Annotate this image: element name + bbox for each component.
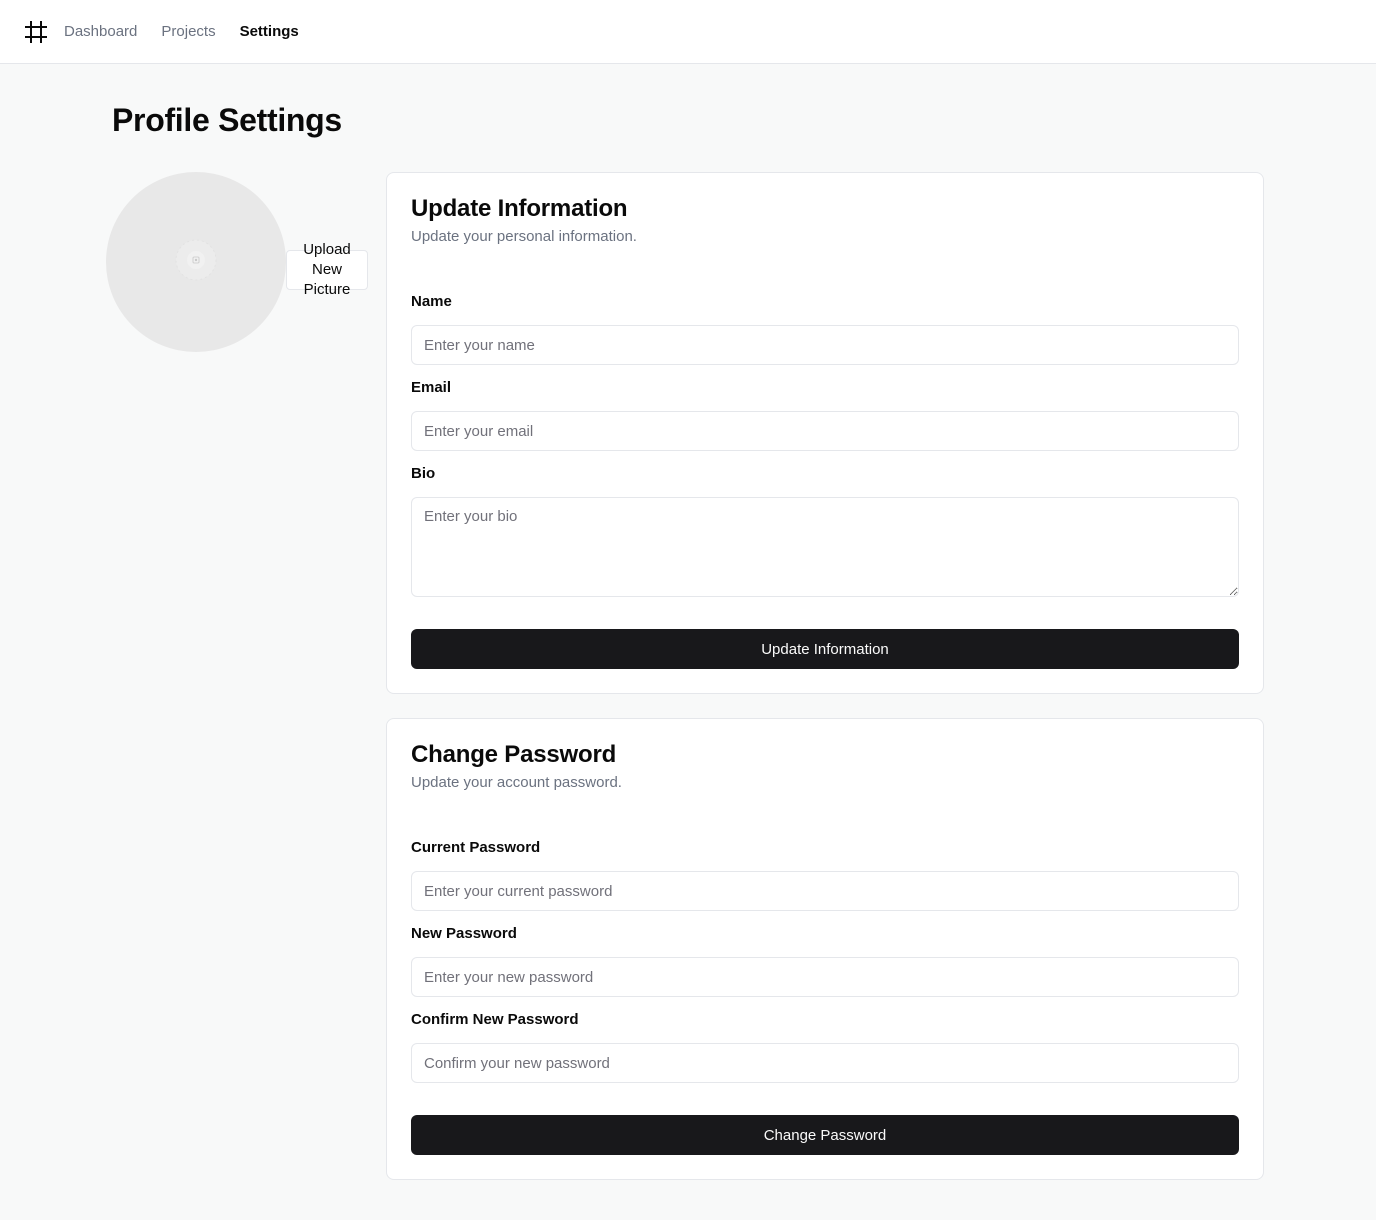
current-password-input[interactable] bbox=[411, 871, 1239, 911]
card-title: Change Password bbox=[411, 741, 617, 768]
bio-label: Bio bbox=[411, 465, 436, 482]
update-information-card: Update Information Update your personal … bbox=[386, 172, 1264, 694]
card-subtitle: Update your personal information. bbox=[411, 228, 637, 245]
email-input[interactable] bbox=[411, 411, 1239, 451]
top-navigation-bar: Dashboard Projects Settings bbox=[0, 0, 1376, 64]
card-title: Update Information bbox=[411, 195, 628, 222]
name-input[interactable] bbox=[411, 325, 1239, 365]
image-placeholder-icon bbox=[174, 238, 218, 287]
card-subtitle: Update your account password. bbox=[411, 774, 622, 791]
name-label: Name bbox=[411, 293, 452, 310]
nav-link-dashboard[interactable]: Dashboard bbox=[64, 23, 137, 40]
avatar bbox=[106, 172, 286, 352]
new-password-label: New Password bbox=[411, 925, 517, 942]
upload-picture-label: Upload New Picture bbox=[303, 241, 351, 298]
new-password-input[interactable] bbox=[411, 957, 1239, 997]
change-password-button[interactable]: Change Password bbox=[411, 1115, 1239, 1155]
change-password-card: Change Password Update your account pass… bbox=[386, 718, 1264, 1180]
nav-link-settings[interactable]: Settings bbox=[240, 23, 299, 40]
confirm-password-label: Confirm New Password bbox=[411, 1011, 579, 1028]
upload-picture-button[interactable]: Upload New Picture bbox=[286, 241, 368, 298]
update-information-button[interactable]: Update Information bbox=[411, 629, 1239, 669]
email-label: Email bbox=[411, 379, 452, 396]
confirm-password-input[interactable] bbox=[411, 1043, 1239, 1083]
bio-textarea[interactable] bbox=[411, 497, 1239, 597]
hash-icon[interactable] bbox=[24, 20, 48, 44]
current-password-label: Current Password bbox=[411, 839, 541, 856]
page-title: Profile Settings bbox=[112, 102, 342, 138]
nav-link-projects[interactable]: Projects bbox=[161, 23, 215, 40]
